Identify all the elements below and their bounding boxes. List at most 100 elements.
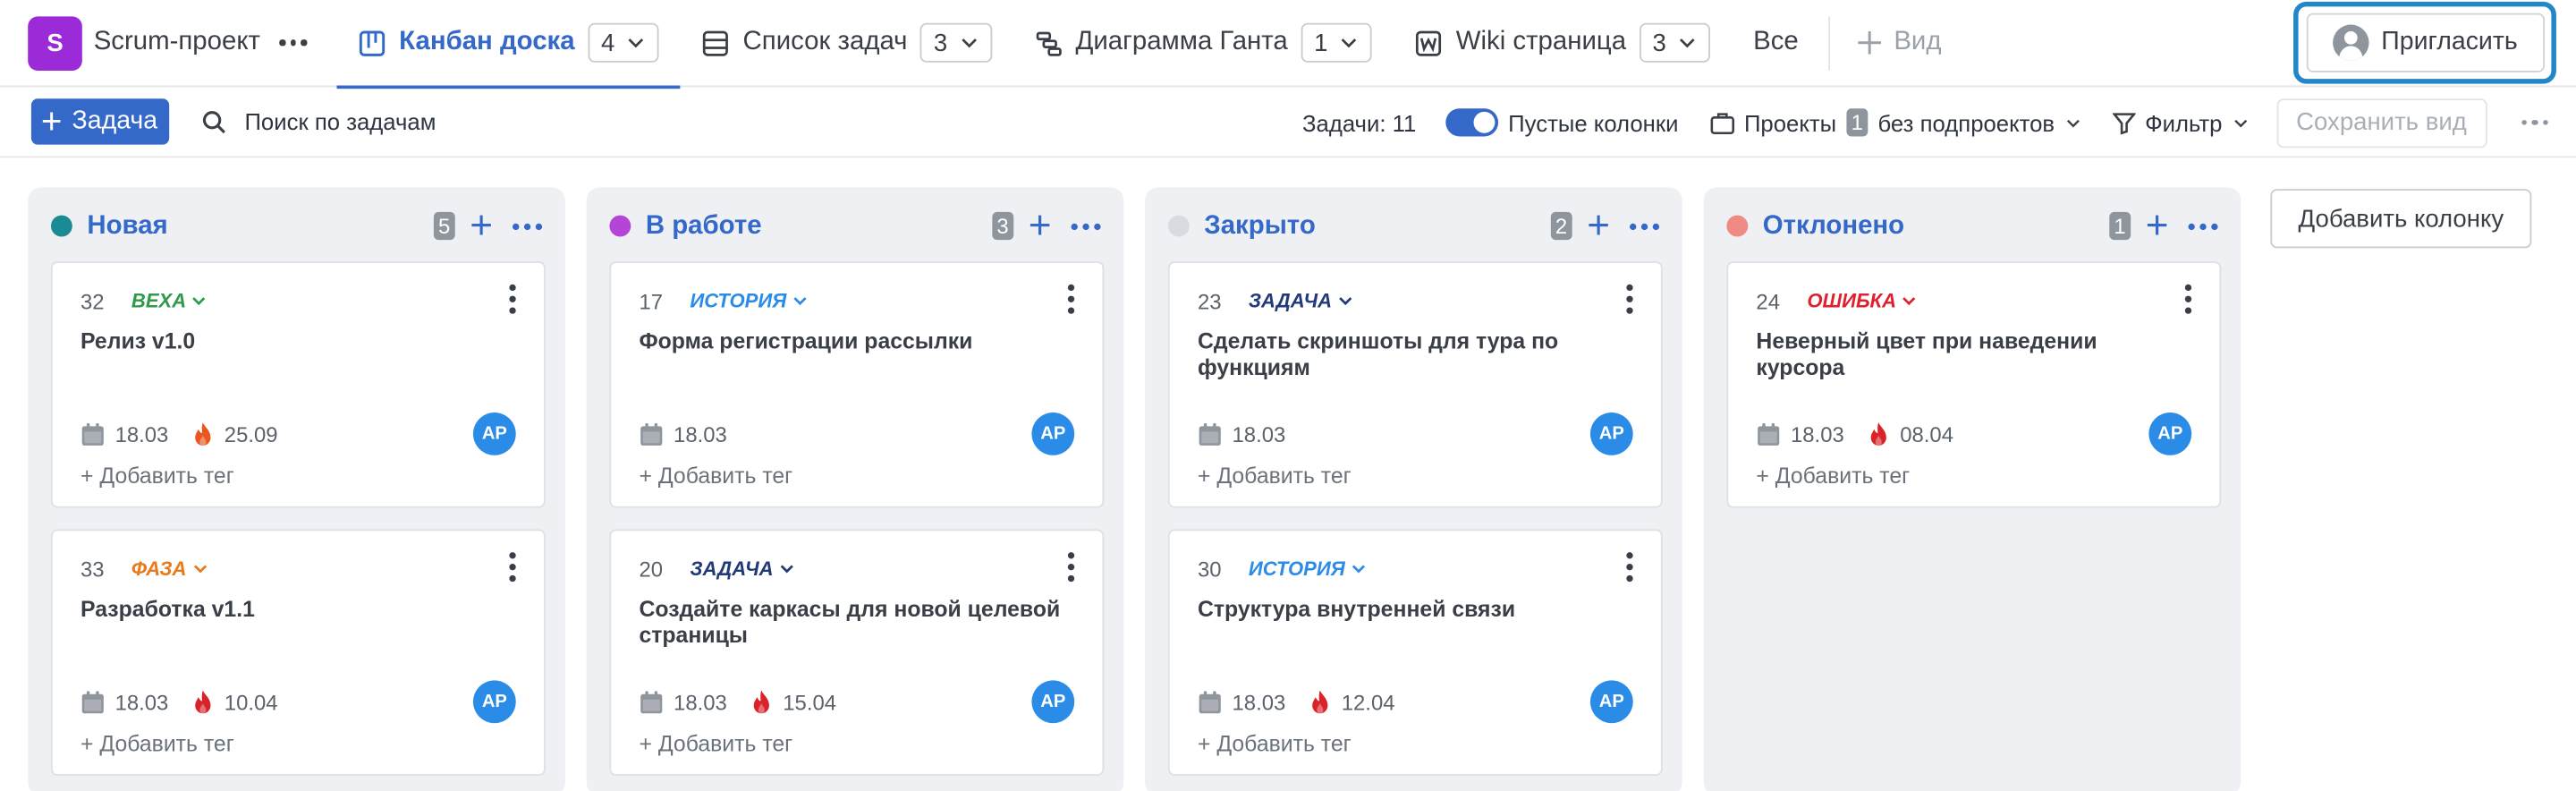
tab-count-dropdown[interactable]: 3 [1639, 22, 1711, 63]
projects-dropdown[interactable]: Проекты 1 без подпроектов [1709, 108, 2080, 137]
assignee-avatar[interactable]: AP [1589, 413, 1633, 455]
project-more-icon[interactable] [280, 39, 308, 46]
task-card[interactable]: 30 ИСТОРИЯ Структура внутренней связи 18.03… [1167, 529, 1663, 776]
save-view-button[interactable]: Сохранить вид [2276, 98, 2487, 148]
column-more-icon[interactable] [2188, 222, 2218, 230]
task-type-dropdown[interactable]: ЗАДАЧА [690, 557, 794, 581]
task-dates[interactable]: 18.03 [639, 422, 727, 447]
task-card[interactable]: 17 ИСТОРИЯ Форма регистрации рассылки 18.03… [609, 261, 1105, 508]
gantt-icon [1036, 30, 1062, 55]
column-more-icon[interactable] [1071, 222, 1101, 230]
task-number: 20 [639, 557, 664, 583]
fire-icon [752, 690, 769, 714]
tab-count-dropdown[interactable]: 4 [588, 22, 659, 63]
card-more-icon[interactable] [509, 284, 516, 314]
subprojects-label: без подпроектов [1877, 109, 2055, 136]
add-column-button[interactable]: Добавить колонку [2270, 189, 2532, 249]
project-logo[interactable]: S [28, 15, 82, 71]
column-0: Новая 5 +32 ВЕХА Релиз v1.0 18.03 25.09 AP + Доб… [28, 187, 565, 791]
task-dates[interactable]: 18.03 15.04 [639, 690, 836, 715]
assignee-avatar[interactable]: AP [2148, 413, 2192, 455]
card-more-icon[interactable] [1067, 552, 1075, 583]
column-header: Новая 5 + [28, 187, 565, 264]
start-date: 18.03 [1232, 690, 1286, 715]
add-tag-link[interactable]: + Добавить тег [80, 731, 234, 756]
task-type-dropdown[interactable]: ОШИБКА [1807, 289, 1918, 312]
card-more-icon[interactable] [1067, 284, 1075, 314]
assignee-avatar[interactable]: AP [472, 680, 516, 724]
column-title[interactable]: Новая [87, 211, 167, 241]
card-more-icon[interactable] [1626, 284, 1633, 314]
task-type-dropdown[interactable]: ИСТОРИЯ [1249, 557, 1367, 580]
search-input[interactable]: Поиск по задачам [202, 108, 436, 135]
add-card-plus-icon[interactable]: + [2146, 206, 2169, 246]
task-dates[interactable]: 18.03 10.04 [80, 690, 278, 715]
tab-kanban[interactable]: Канбан доска 4 [336, 0, 682, 89]
add-tag-link[interactable]: + Добавить тег [80, 464, 234, 489]
task-card[interactable]: 32 ВЕХА Релиз v1.0 18.03 25.09 AP + Добавить т… [50, 261, 546, 508]
tab-task-list[interactable]: Список задач 3 [681, 0, 1013, 86]
column-more-icon[interactable] [1630, 222, 1660, 230]
tab-count-dropdown[interactable]: 1 [1301, 22, 1373, 63]
task-title[interactable]: Неверный цвет при наведении курсора [1756, 328, 2191, 381]
add-card-plus-icon[interactable]: + [470, 206, 493, 246]
task-card[interactable]: 33 ФАЗА Разработка v1.1 18.03 10.04 AP + Добав… [50, 529, 546, 776]
column-title[interactable]: Закрыто [1204, 211, 1315, 241]
add-tag-link[interactable]: + Добавить тег [1756, 464, 1910, 489]
assignee-avatar[interactable]: AP [1031, 413, 1075, 455]
card-more-icon[interactable] [1626, 552, 1633, 583]
task-title[interactable]: Разработка v1.1 [80, 597, 516, 623]
task-card[interactable]: 23 ЗАДАЧА Сделать скриншоты для тура по фу… [1167, 261, 1663, 508]
tab-label: Все [1753, 28, 1799, 56]
invite-label: Пригласить [2381, 28, 2518, 56]
due-date: 15.04 [783, 690, 837, 715]
task-type-dropdown[interactable]: ФАЗА [131, 557, 208, 580]
task-type: ЗАДАЧА [690, 557, 774, 581]
add-task-button[interactable]: + Задача [30, 98, 169, 145]
task-type-dropdown[interactable]: ЗАДАЧА [1249, 289, 1353, 312]
tab-all[interactable]: Все [1732, 0, 1819, 86]
task-card[interactable]: 20 ЗАДАЧА Создайте каркасы для новой целев… [609, 529, 1105, 776]
column-header: В работе 3 + [587, 187, 1124, 264]
assignee-avatar[interactable]: AP [472, 413, 516, 455]
task-dates[interactable]: 18.03 12.04 [1198, 690, 1395, 715]
add-tag-link[interactable]: + Добавить тег [639, 464, 792, 489]
column-title[interactable]: В работе [646, 211, 762, 241]
add-card-plus-icon[interactable]: + [1587, 206, 1610, 246]
project-name[interactable]: Scrum-проект [94, 28, 260, 57]
task-title[interactable]: Релиз v1.0 [80, 328, 516, 354]
task-title[interactable]: Форма регистрации рассылки [639, 328, 1074, 354]
add-tag-link[interactable]: + Добавить тег [1198, 464, 1352, 489]
task-title[interactable]: Структура внутренней связи [1198, 597, 1633, 623]
task-title[interactable]: Создайте каркасы для новой целевой стран… [639, 597, 1074, 650]
empty-columns-toggle[interactable] [1445, 108, 1499, 137]
tab-wiki[interactable]: Wiki страница 3 [1394, 0, 1732, 86]
add-view-button[interactable]: Вид [1838, 0, 1962, 86]
column-title[interactable]: Отклонено [1763, 211, 1904, 241]
task-type-dropdown[interactable]: ВЕХА [131, 289, 208, 312]
filter-dropdown[interactable]: Фильтр [2112, 109, 2249, 136]
add-tag-link[interactable]: + Добавить тег [1198, 731, 1352, 756]
task-dates[interactable]: 18.03 08.04 [1756, 422, 1953, 447]
more-options-icon[interactable] [2521, 119, 2548, 126]
column-more-icon[interactable] [513, 222, 543, 230]
invite-button[interactable]: Пригласить [2305, 13, 2545, 72]
top-bar: S Scrum-проект Канбан доска 4 Список зад… [0, 0, 2576, 89]
tab-gantt[interactable]: Диаграмма Ганта 1 [1013, 0, 1394, 86]
task-title[interactable]: Сделать скриншоты для тура по функциям [1198, 328, 1633, 381]
card-more-icon[interactable] [2184, 284, 2192, 314]
add-tag-link[interactable]: + Добавить тег [639, 731, 792, 756]
task-type: ЗАДАЧА [1248, 289, 1333, 312]
task-card[interactable]: 24 ОШИБКА Неверный цвет при наведении курс… [1726, 261, 2222, 508]
column-1: В работе 3 +17 ИСТОРИЯ Форма регистрации рас… [586, 187, 1124, 791]
add-card-plus-icon[interactable]: + [1029, 206, 1052, 246]
assignee-avatar[interactable]: AP [1589, 680, 1633, 724]
task-type-dropdown[interactable]: ИСТОРИЯ [690, 289, 808, 312]
task-dates[interactable]: 18.03 [1198, 422, 1285, 447]
status-dot [1726, 215, 1749, 237]
tab-count-dropdown[interactable]: 3 [920, 22, 992, 63]
card-more-icon[interactable] [509, 552, 516, 583]
chevron-down-icon [1680, 38, 1695, 48]
assignee-avatar[interactable]: AP [1031, 680, 1075, 724]
task-dates[interactable]: 18.03 25.09 [80, 422, 278, 447]
